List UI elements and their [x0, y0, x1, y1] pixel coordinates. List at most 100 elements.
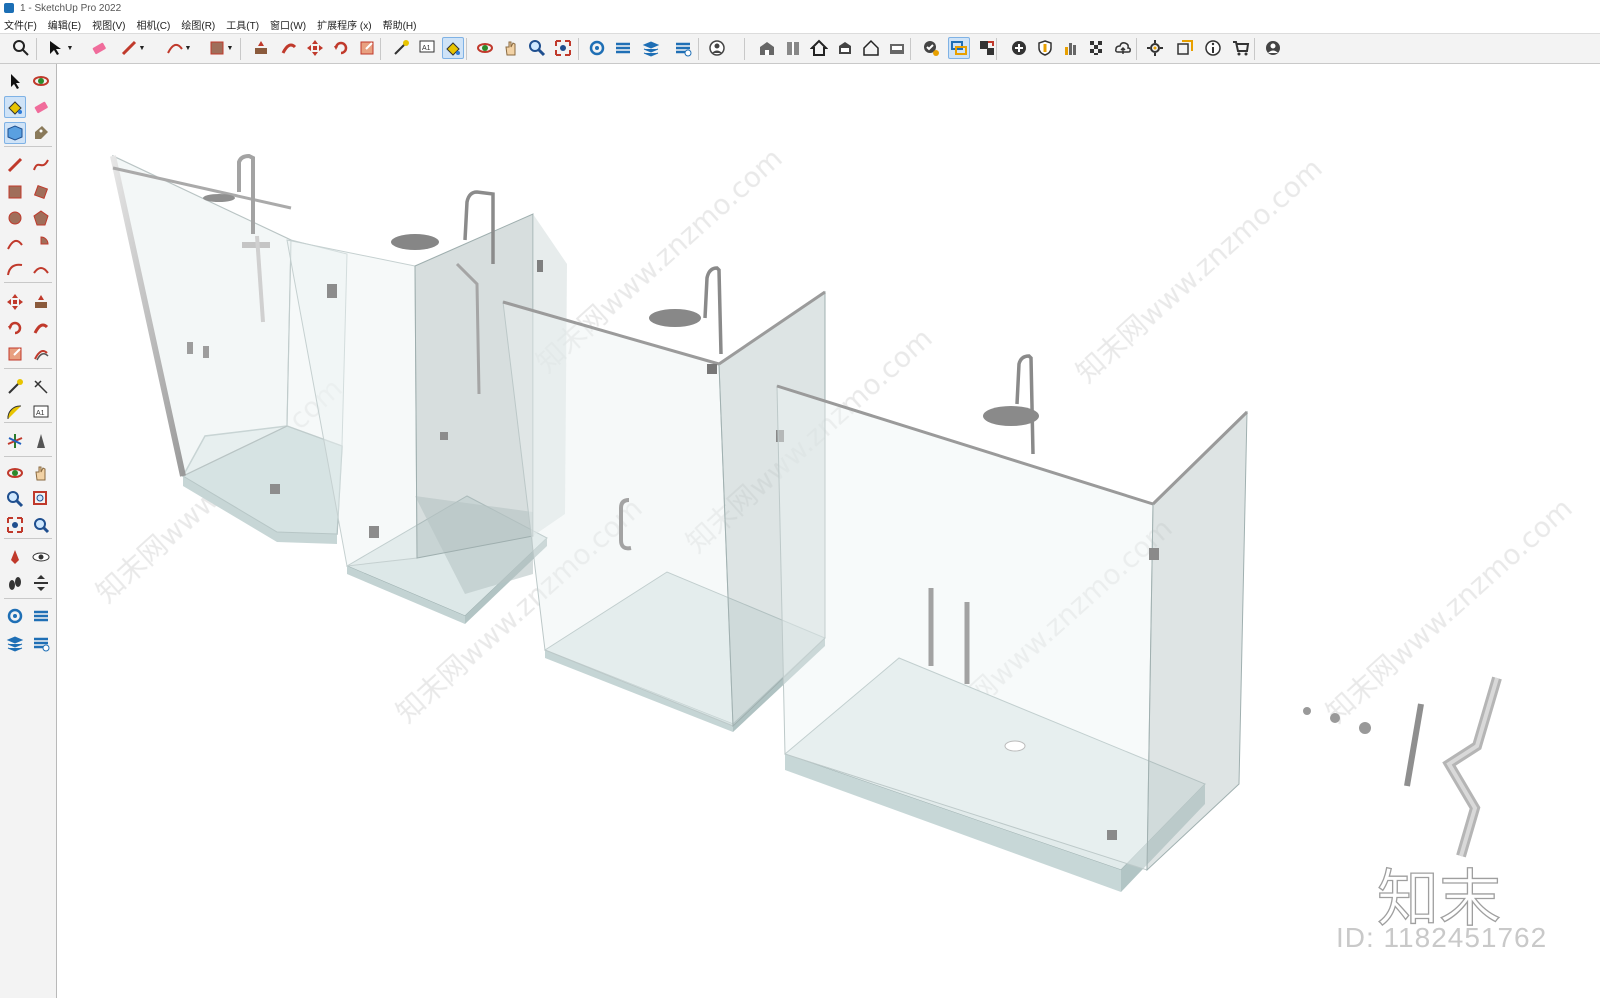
info-icon[interactable]	[1202, 37, 1224, 59]
rectangle-icon[interactable]	[206, 37, 228, 59]
axes-icon[interactable]	[4, 430, 26, 452]
offset-icon[interactable]	[30, 343, 52, 365]
menu-extensions[interactable]: 扩展程序 (x)	[317, 17, 371, 32]
search-icon[interactable]	[10, 37, 32, 59]
menu-edit[interactable]: 编辑(E)	[48, 17, 81, 32]
menu-view[interactable]: 视图(V)	[92, 17, 125, 32]
section-icon[interactable]	[612, 37, 634, 59]
tag-icon[interactable]	[30, 122, 52, 144]
rectangle-icon[interactable]	[4, 181, 26, 203]
position-camera-icon[interactable]	[4, 546, 26, 568]
model-viewport[interactable]: 知末网www.znzmo.com 知末网www.znzmo.com 知末网www.z…	[57, 64, 1600, 998]
orbit-icon[interactable]	[474, 37, 496, 59]
line-icon[interactable]	[4, 154, 26, 176]
zoom-window-icon[interactable]	[30, 488, 52, 510]
settings-icon[interactable]	[1144, 37, 1166, 59]
check-icon[interactable]	[920, 37, 942, 59]
3d-text-icon[interactable]	[30, 430, 52, 452]
zoom-icon[interactable]	[526, 37, 548, 59]
3d-warehouse-icon[interactable]	[756, 37, 778, 59]
menu-draw[interactable]: 绘图(R)	[181, 17, 215, 32]
sandbox-icon[interactable]	[4, 605, 26, 627]
chart-icon[interactable]	[1060, 37, 1082, 59]
scale-icon[interactable]	[4, 343, 26, 365]
scenes-icon[interactable]	[886, 37, 908, 59]
follow-me-icon[interactable]	[278, 37, 300, 59]
2pt-arc-icon[interactable]	[30, 259, 52, 281]
pan-icon[interactable]	[500, 37, 522, 59]
rotate-icon[interactable]	[4, 317, 26, 339]
sandbox-4-icon[interactable]	[30, 632, 52, 654]
shower-enclosure-rectangular[interactable]	[502, 266, 826, 732]
select-arrow-icon[interactable]	[44, 37, 66, 59]
cloud-icon[interactable]	[1112, 37, 1134, 59]
dropdown-arrow-icon[interactable]: ▼	[184, 37, 192, 59]
zoom-extents-icon[interactable]	[4, 514, 26, 536]
walk-icon[interactable]	[4, 572, 26, 594]
account-icon[interactable]	[706, 37, 728, 59]
dropdown-arrow-icon[interactable]: ▼	[138, 37, 146, 59]
scale-icon[interactable]	[356, 37, 378, 59]
move-icon[interactable]	[4, 291, 26, 313]
paint-bucket-icon[interactable]	[4, 96, 26, 118]
menu-file[interactable]: 文件(F)	[4, 17, 37, 32]
styles-icon[interactable]	[672, 37, 694, 59]
house-icon[interactable]	[808, 37, 830, 59]
outline-house-icon[interactable]	[860, 37, 882, 59]
zoom-icon[interactable]	[4, 488, 26, 510]
pencil-line-icon[interactable]	[118, 37, 140, 59]
cart-icon[interactable]	[1230, 37, 1252, 59]
rotated-rect-icon[interactable]	[30, 181, 52, 203]
follow-icon[interactable]	[976, 37, 998, 59]
tape-icon[interactable]	[4, 376, 26, 398]
eraser-icon[interactable]	[88, 37, 110, 59]
zoom-extents-icon[interactable]	[552, 37, 574, 59]
previous-view-icon[interactable]	[30, 514, 52, 536]
menu-help[interactable]: 帮助(H)	[383, 17, 417, 32]
menu-window[interactable]: 窗口(W)	[270, 17, 306, 32]
user-icon[interactable]	[1262, 37, 1284, 59]
component-icon[interactable]	[4, 122, 26, 144]
look-around-icon[interactable]	[30, 546, 52, 568]
text-label-icon[interactable]: A1	[416, 37, 438, 59]
rotate-icon[interactable]	[330, 37, 352, 59]
dropdown-arrow-icon[interactable]: ▼	[66, 37, 74, 59]
window-icon[interactable]	[1174, 37, 1196, 59]
select-icon[interactable]	[4, 70, 26, 92]
layers-icon[interactable]	[640, 37, 662, 59]
orbit-icon-2[interactable]	[4, 462, 26, 484]
protractor-icon[interactable]	[4, 402, 26, 424]
shield-icon[interactable]	[1034, 37, 1056, 59]
checker-icon[interactable]	[1086, 37, 1108, 59]
paint-bucket-icon[interactable]	[442, 37, 464, 59]
section-plane-icon[interactable]	[30, 572, 52, 594]
menu-camera[interactable]: 相机(C)	[136, 17, 170, 32]
menu-tools[interactable]: 工具(T)	[226, 17, 259, 32]
move-icon[interactable]	[304, 37, 326, 59]
dimension-icon[interactable]	[30, 376, 52, 398]
pan-icon[interactable]	[30, 462, 52, 484]
pie-icon[interactable]	[30, 233, 52, 255]
sandbox-icon[interactable]	[586, 37, 608, 59]
push-pull-icon[interactable]	[250, 37, 272, 59]
tape-measure-icon[interactable]	[390, 37, 412, 59]
text-icon[interactable]: A1	[30, 402, 52, 424]
add-icon[interactable]	[1008, 37, 1030, 59]
circle-icon[interactable]	[4, 207, 26, 229]
components-icon[interactable]	[782, 37, 804, 59]
eraser-icon[interactable]	[30, 96, 52, 118]
sandbox-3-icon[interactable]	[4, 632, 26, 654]
follow-me-icon[interactable]	[30, 317, 52, 339]
arc-icon[interactable]	[4, 233, 26, 255]
3pt-arc-icon[interactable]	[4, 259, 26, 281]
shower-enclosure-large[interactable]	[776, 354, 1249, 892]
orbit-icon[interactable]	[30, 70, 52, 92]
polygon-icon[interactable]	[30, 207, 52, 229]
push-pull-icon[interactable]	[30, 291, 52, 313]
dropdown-arrow-icon[interactable]: ▼	[226, 37, 234, 59]
freehand-icon[interactable]	[30, 154, 52, 176]
tag-tool-icon[interactable]	[948, 37, 970, 59]
arc-icon[interactable]	[164, 37, 186, 59]
materials-icon[interactable]	[834, 37, 856, 59]
sandbox-2-icon[interactable]	[30, 605, 52, 627]
